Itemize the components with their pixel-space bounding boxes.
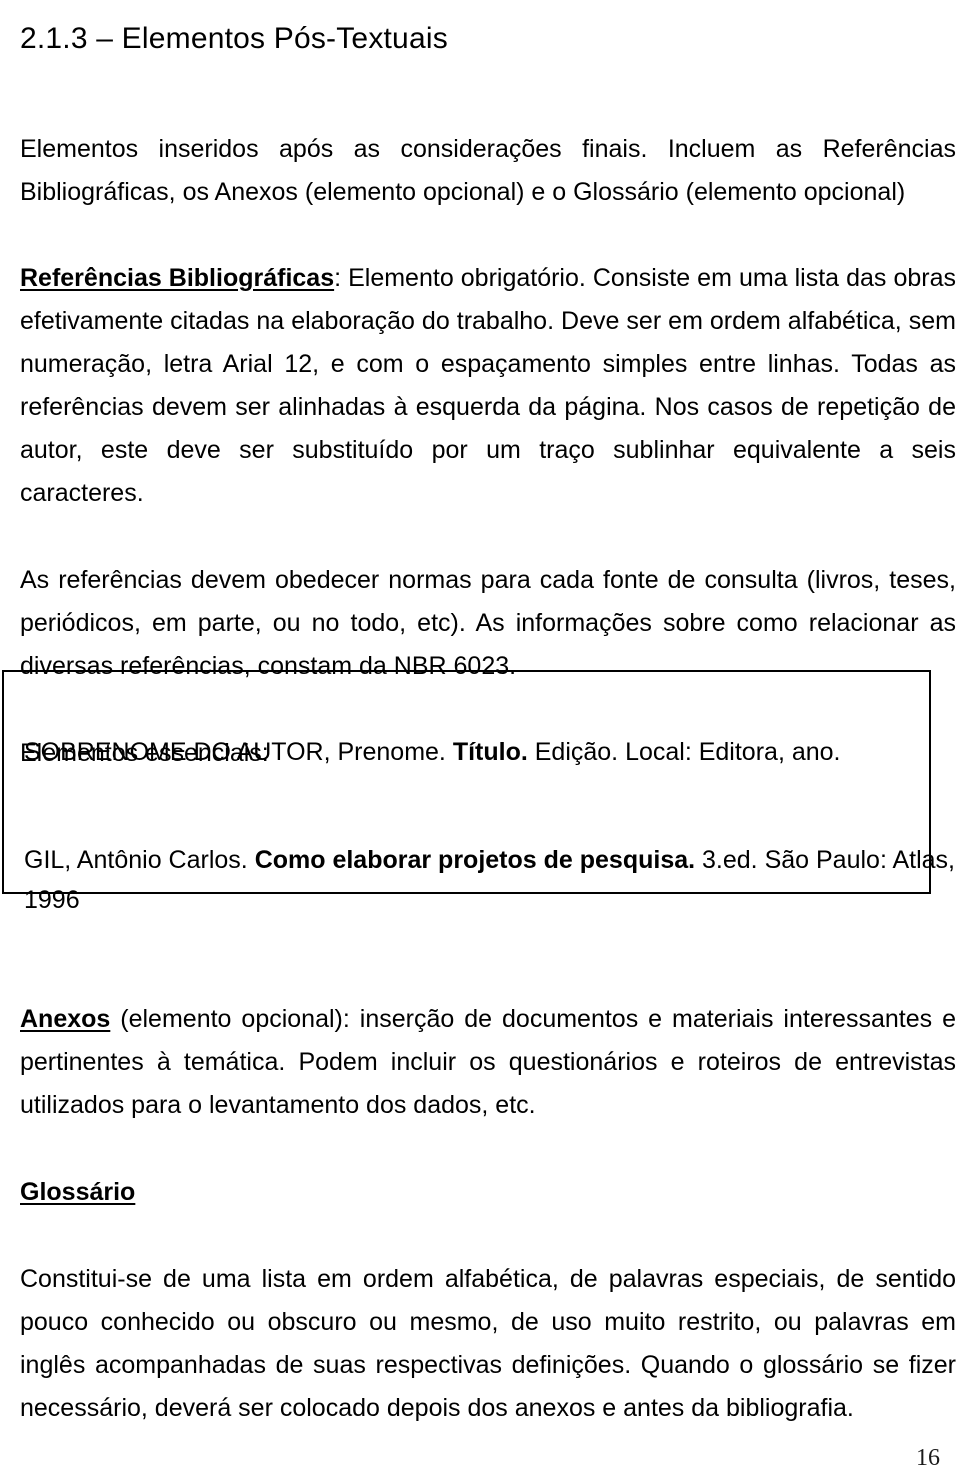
reference-pattern-suffix: Edição. Local: Editora, ano.: [527, 738, 841, 766]
document-body-lower: Anexos (elemento opcional): inserção de …: [20, 998, 956, 1430]
glossary-heading-line: Glossário: [20, 1171, 956, 1214]
reference-pattern-title: Título.: [452, 738, 528, 766]
intro-paragraph: Elementos inseridos após as consideraçõe…: [20, 128, 956, 214]
glossary-heading: Glossário: [20, 1178, 136, 1206]
references-body-text: Elemento obrigatório. Consiste em uma li…: [20, 264, 956, 507]
reference-sample-title: Como elaborar projetos de pesquisa.: [254, 846, 696, 874]
norms-paragraph-text: As referências devem obedecer normas par…: [20, 566, 956, 680]
page-title: 2.1.3 – Elementos Pós-Textuais: [20, 22, 448, 56]
references-paragraph: Referências Bibliográficas: Elemento obr…: [20, 257, 956, 515]
glossary-paragraph: Constitui-se de uma lista em ordem alfab…: [20, 1258, 956, 1430]
reference-pattern-prefix: SOBRENOME DO AUTOR, Prenome.: [24, 738, 453, 766]
norms-paragraph: As referências devem obedecer normas par…: [20, 559, 956, 688]
annexes-paragraph: Anexos (elemento opcional): inserção de …: [20, 998, 956, 1127]
annexes-body-text: (elemento opcional): inserção de documen…: [20, 1005, 956, 1119]
reference-sample-prefix: GIL, Antônio Carlos.: [24, 846, 255, 874]
glossary-body-text: Constitui-se de uma lista em ordem alfab…: [20, 1265, 956, 1422]
document-page: 2.1.3 – Elementos Pós-Textuais Elementos…: [0, 0, 960, 1484]
page-number: 16: [916, 1445, 940, 1471]
intro-paragraph-text: Elementos inseridos após as consideraçõe…: [20, 135, 956, 206]
annexes-heading: Anexos: [20, 1005, 111, 1033]
reference-pattern-line: SOBRENOME DO AUTOR, Prenome. Título. Edi…: [24, 732, 841, 772]
reference-example-box: SOBRENOME DO AUTOR, Prenome. Título. Edi…: [2, 670, 955, 914]
reference-sample-line: GIL, Antônio Carlos. Como elaborar proje…: [24, 840, 960, 920]
references-heading: Referências Bibliográficas: [20, 264, 335, 292]
